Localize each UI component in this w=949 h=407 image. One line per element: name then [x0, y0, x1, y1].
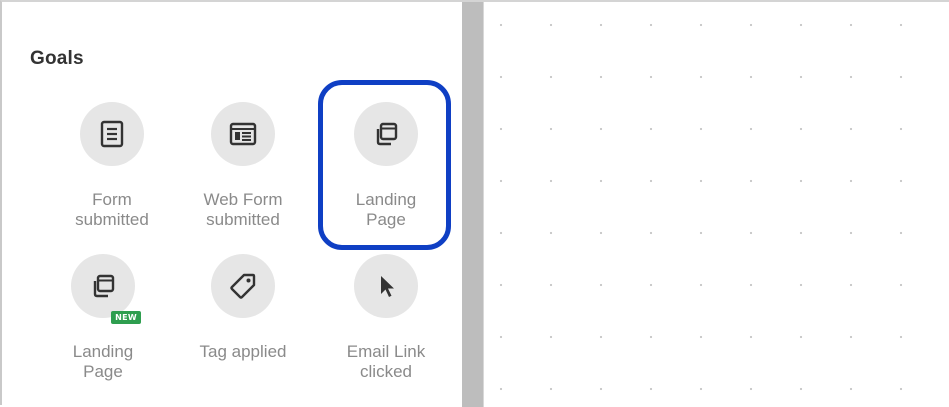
goal-label: Web Form submitted — [203, 190, 283, 229]
panel-divider[interactable] — [462, 2, 484, 407]
landing-page-icon — [90, 273, 116, 299]
goal-landing-page-new[interactable]: NEW Landing Page — [37, 254, 169, 382]
panel-title: Goals — [30, 48, 84, 69]
goal-icon-circle: NEW — [71, 254, 141, 324]
web-form-icon — [229, 121, 257, 147]
tag-icon — [229, 272, 257, 300]
goal-web-form-submitted[interactable]: Web Form submitted — [177, 102, 309, 230]
goal-label: Email Link clicked — [346, 342, 426, 381]
highlight-outline — [318, 80, 451, 250]
goal-label: Landing Page — [72, 342, 134, 381]
goal-label: Form submitted — [75, 190, 149, 229]
cursor-icon — [375, 273, 397, 299]
goal-icon-circle — [211, 254, 275, 318]
workflow-canvas[interactable] — [484, 2, 949, 407]
goal-icon-circle — [354, 254, 418, 318]
goal-email-link-clicked[interactable]: Email Link clicked — [320, 254, 452, 382]
goal-label: Tag applied — [199, 342, 287, 361]
form-icon — [99, 120, 125, 148]
goals-panel: Goals Form submitted Web Form submitted … — [2, 2, 462, 407]
new-badge: NEW — [111, 311, 141, 324]
goal-form-submitted[interactable]: Form submitted — [46, 102, 178, 230]
goal-icon-circle — [80, 102, 144, 166]
app-frame: Goals Form submitted Web Form submitted … — [0, 0, 949, 407]
goal-icon-circle — [211, 102, 275, 166]
goal-tag-applied[interactable]: Tag applied — [177, 254, 309, 362]
